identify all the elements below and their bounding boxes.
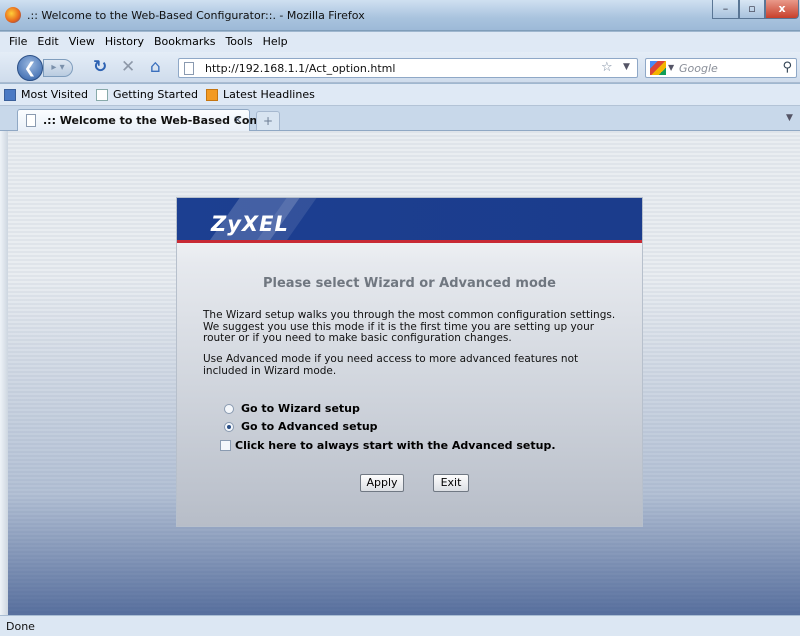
- advanced-radio[interactable]: [224, 421, 234, 432]
- mode-selection-panel: ZyXEL Please select Wizard or Advanced m…: [176, 197, 643, 527]
- bookmark-label: Most Visited: [21, 88, 88, 101]
- status-bar: Done: [0, 615, 800, 636]
- tab-label: .:: Welcome to the Web-Based Confi...: [43, 114, 278, 127]
- search-input[interactable]: Google: [679, 62, 718, 75]
- exit-button[interactable]: Exit: [433, 474, 469, 492]
- bookmark-getting-started[interactable]: Getting Started: [95, 88, 198, 101]
- search-engine-dropdown-icon[interactable]: ▼: [668, 63, 674, 72]
- search-box[interactable]: ▼ Google ⚲: [645, 58, 797, 78]
- menu-bookmarks[interactable]: Bookmarks: [149, 32, 220, 52]
- search-icon[interactable]: ⚲: [782, 60, 792, 75]
- close-tab-icon[interactable]: ×: [233, 113, 242, 126]
- url-bar[interactable]: http://192.168.1.1/Act_option.html ☆ ▼: [178, 58, 638, 78]
- window-title: .:: Welcome to the Web-Based Configurato…: [27, 9, 365, 22]
- menu-help[interactable]: Help: [258, 32, 293, 52]
- google-icon[interactable]: [650, 61, 666, 75]
- advanced-label[interactable]: Go to Advanced setup: [241, 420, 378, 433]
- wizard-radio[interactable]: [224, 403, 234, 414]
- firefox-icon: [5, 7, 21, 23]
- bookmark-star-icon[interactable]: ☆: [601, 60, 613, 75]
- stop-icon[interactable]: ✕: [121, 58, 135, 76]
- zyxel-banner: ZyXEL: [177, 198, 642, 243]
- bookmark-label: Latest Headlines: [223, 88, 315, 101]
- page-icon: [184, 62, 194, 75]
- bookmarks-toolbar: Most Visited Getting Started Latest Head…: [0, 84, 800, 106]
- url-dropdown-icon[interactable]: ▼: [623, 62, 630, 72]
- home-icon[interactable]: ⌂: [150, 58, 161, 76]
- tab-configurator[interactable]: .:: Welcome to the Web-Based Confi... ×: [17, 109, 278, 132]
- menu-view[interactable]: View: [64, 32, 100, 52]
- menu-history[interactable]: History: [100, 32, 149, 52]
- status-text: Done: [6, 620, 35, 633]
- page-left-edge: [0, 131, 8, 615]
- always-advanced-label[interactable]: Click here to always start with the Adva…: [235, 439, 556, 452]
- menu-edit[interactable]: Edit: [32, 32, 63, 52]
- new-tab-button[interactable]: +: [256, 111, 280, 130]
- apply-button[interactable]: Apply: [360, 474, 404, 492]
- window-titlebar: .:: Welcome to the Web-Based Configurato…: [0, 0, 800, 31]
- tab-list-dropdown-icon[interactable]: ▼: [786, 113, 793, 123]
- most-visited-icon: [4, 88, 16, 101]
- bookmark-latest-headlines[interactable]: Latest Headlines: [206, 88, 315, 101]
- bookmark-most-visited[interactable]: Most Visited: [4, 88, 88, 101]
- always-advanced-checkbox[interactable]: [220, 440, 231, 451]
- rss-icon: [206, 88, 218, 101]
- menu-bar: File Edit View History Bookmarks Tools H…: [0, 32, 800, 52]
- wizard-setup-option[interactable]: Go to Wizard setup: [224, 402, 360, 415]
- wizard-label[interactable]: Go to Wizard setup: [241, 402, 360, 415]
- url-text[interactable]: http://192.168.1.1/Act_option.html: [205, 62, 395, 75]
- page-icon: [95, 88, 108, 101]
- maximize-button[interactable]: ▫: [739, 0, 765, 19]
- navigation-toolbar: ❮ ▸ ▾ ↻ ✕ ⌂ http://192.168.1.1/Act_optio…: [0, 52, 800, 83]
- close-window-button[interactable]: x: [765, 0, 799, 19]
- forward-button[interactable]: ▸ ▾: [43, 59, 73, 77]
- advanced-setup-option[interactable]: Go to Advanced setup: [224, 420, 378, 433]
- page-icon: [26, 114, 36, 127]
- menu-file[interactable]: File: [4, 32, 32, 52]
- bookmark-label: Getting Started: [112, 88, 198, 101]
- always-advanced-option[interactable]: Click here to always start with the Adva…: [220, 439, 556, 452]
- minimize-button[interactable]: –: [712, 0, 739, 19]
- menu-tools[interactable]: Tools: [220, 32, 257, 52]
- page-title: Please select Wizard or Advanced mode: [263, 276, 556, 291]
- advanced-description: Use Advanced mode if you need access to …: [203, 353, 579, 377]
- wizard-description: The Wizard setup walks you through the m…: [203, 309, 616, 344]
- reload-icon[interactable]: ↻: [93, 58, 107, 76]
- back-button[interactable]: ❮: [17, 55, 43, 81]
- tab-bar: .:: Welcome to the Web-Based Confi... × …: [0, 106, 800, 132]
- zyxel-logo: ZyXEL: [211, 212, 289, 236]
